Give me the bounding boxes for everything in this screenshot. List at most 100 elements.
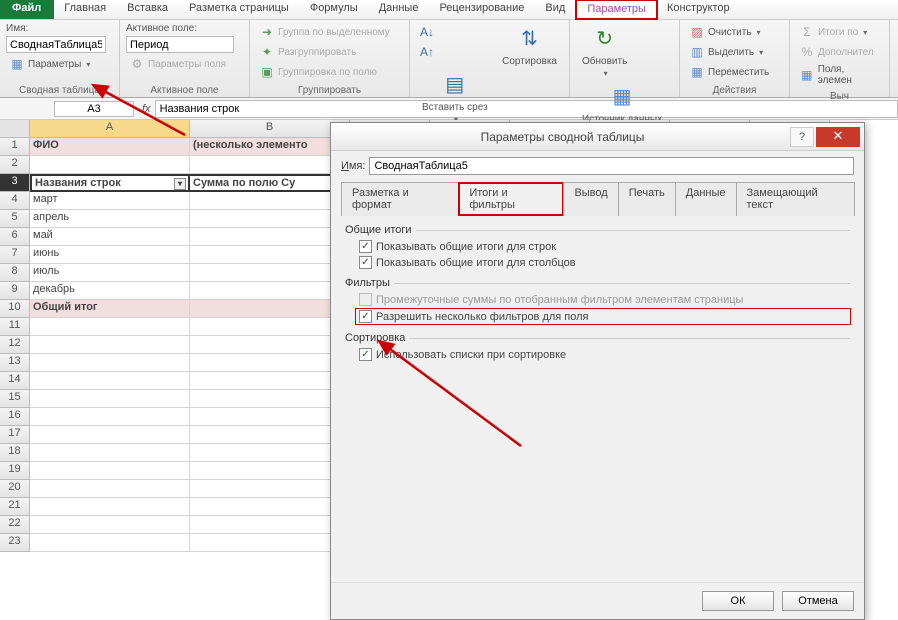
tab-review[interactable]: Рецензирование (429, 0, 535, 19)
cell-a4[interactable]: март (30, 192, 190, 210)
pt-options-button[interactable]: ▦ Параметры (6, 55, 113, 73)
dtab-output[interactable]: Вывод (563, 182, 618, 216)
cell-b1[interactable]: (несколько элементо (190, 138, 350, 156)
tab-formulas[interactable]: Формулы (300, 0, 369, 19)
refresh-icon: ↻ (590, 25, 620, 53)
cell-b10[interactable]: 64 (190, 300, 350, 318)
pt-name-input[interactable] (6, 36, 106, 53)
row-header-12[interactable]: 12 (0, 336, 30, 354)
move-button[interactable]: ▦Переместить (686, 63, 783, 81)
row-header-14[interactable]: 14 (0, 372, 30, 390)
field-settings-button[interactable]: ⚙ Параметры поля (126, 55, 243, 73)
row-header-22[interactable]: 22 (0, 516, 30, 534)
slicer-icon: ▤ (440, 71, 470, 99)
ok-button[interactable]: ОК (702, 591, 774, 611)
sort-asc-button[interactable]: A↓ (416, 23, 438, 41)
tab-file[interactable]: Файл (0, 0, 54, 19)
name-box[interactable] (54, 101, 134, 117)
row-header-21[interactable]: 21 (0, 498, 30, 516)
cell-a1[interactable]: ФИО (30, 138, 190, 156)
select-button[interactable]: ▥Выделить (686, 43, 783, 61)
row-header-16[interactable]: 16 (0, 408, 30, 426)
cell-a9[interactable]: декабрь (30, 282, 190, 300)
dialog-close-button[interactable]: ✕ (816, 127, 860, 147)
row-header-9[interactable]: 9 (0, 282, 30, 300)
group-by-selection-button[interactable]: ➜Группа по выделенному (256, 23, 403, 41)
dtab-data[interactable]: Данные (675, 182, 737, 216)
dropdown-icon[interactable]: ▾ (174, 178, 186, 190)
row-header-4[interactable]: 4 (0, 192, 30, 210)
sort-desc-button[interactable]: A↑ (416, 43, 438, 61)
group-calc: ΣИтоги по %Дополнител ▦Поля, элемен Выч (790, 20, 890, 97)
tab-home[interactable]: Главная (54, 0, 117, 19)
row-header-5[interactable]: 5 (0, 210, 30, 228)
chk-show-row-totals[interactable]: ✓Показывать общие итоги для строк (359, 240, 850, 253)
dialog-help-button[interactable]: ? (790, 127, 814, 147)
insert-slicer-button[interactable]: ▤Вставить срез (416, 69, 494, 127)
ungroup-button[interactable]: ✦Разгруппировать (256, 43, 403, 61)
group-field-icon: ▣ (259, 64, 275, 80)
group-active-field: Активное поле: ⚙ Параметры поля Активное… (120, 20, 250, 97)
col-header-a[interactable]: A (30, 120, 190, 138)
fx-icon[interactable]: fx (138, 103, 155, 115)
tab-pivot-options[interactable]: Параметры (576, 0, 657, 19)
chk-allow-multiple-filters[interactable]: ✓Разрешить несколько фильтров для поля (356, 309, 850, 324)
row-header-15[interactable]: 15 (0, 390, 30, 408)
cell-a3[interactable]: Названия строк▾ (30, 174, 190, 192)
tab-view[interactable]: Вид (535, 0, 576, 19)
dialog-name-label: Имя: (341, 160, 365, 172)
dtab-layout[interactable]: Разметка и формат (341, 182, 459, 216)
cell-a10[interactable]: Общий итог (30, 300, 190, 318)
cell-a7[interactable]: июнь (30, 246, 190, 264)
row-header-8[interactable]: 8 (0, 264, 30, 282)
sort-icon: ⇅ (515, 25, 545, 53)
tab-pivot-design[interactable]: Конструктор (657, 0, 741, 19)
row-header-3[interactable]: 3 (0, 174, 30, 192)
tab-insert[interactable]: Вставка (117, 0, 179, 19)
row-header-13[interactable]: 13 (0, 354, 30, 372)
row-header-2[interactable]: 2 (0, 156, 30, 174)
sort-desc-icon: A↑ (419, 44, 435, 60)
cell-a6[interactable]: май (30, 228, 190, 246)
chk-show-col-totals[interactable]: ✓Показывать общие итоги для столбцов (359, 256, 850, 269)
cell-a5[interactable]: апрель (30, 210, 190, 228)
row-header-10[interactable]: 10 (0, 300, 30, 318)
formula-input[interactable] (155, 100, 898, 118)
sort-button[interactable]: ⇅Сортировка (496, 23, 563, 69)
active-field-input[interactable] (126, 36, 234, 53)
dialog-tabs: Разметка и формат Итоги и фильтры Вывод … (341, 181, 854, 216)
chk-use-custom-lists-sort[interactable]: ✓Использовать списки при сортировке (359, 348, 850, 361)
row-header-18[interactable]: 18 (0, 444, 30, 462)
cancel-button[interactable]: Отмена (782, 591, 854, 611)
tab-page-layout[interactable]: Разметка страницы (179, 0, 300, 19)
totals-by-button[interactable]: ΣИтоги по (796, 23, 883, 41)
row-header-17[interactable]: 17 (0, 426, 30, 444)
clear-button[interactable]: ▨Очистить (686, 23, 783, 41)
row-header-20[interactable]: 20 (0, 480, 30, 498)
group-group-title: Группировать (256, 83, 403, 96)
row-header-6[interactable]: 6 (0, 228, 30, 246)
refresh-button[interactable]: ↻Обновить (576, 23, 633, 81)
cell-b3[interactable]: Сумма по полю Су (190, 174, 350, 192)
row-header-7[interactable]: 7 (0, 246, 30, 264)
cell-b5[interactable]: 1 (190, 210, 350, 228)
checkbox-icon: ✓ (359, 256, 372, 269)
group-active-title: Активное поле (126, 83, 243, 96)
select-all-corner[interactable] (0, 120, 30, 138)
calc-more-button[interactable]: %Дополнител (796, 43, 883, 61)
sigma-icon: Σ (799, 24, 815, 40)
active-field-label: Активное поле: (126, 23, 197, 34)
dialog-name-input[interactable] (369, 157, 854, 175)
dtab-totals-filters[interactable]: Итоги и фильтры (458, 182, 564, 216)
cell-a8[interactable]: июль (30, 264, 190, 282)
calc-fields-button[interactable]: ▦Поля, элемен (796, 63, 883, 87)
row-header-1[interactable]: 1 (0, 138, 30, 156)
dtab-alttext[interactable]: Замещающий текст (736, 182, 856, 216)
dtab-print[interactable]: Печать (618, 182, 676, 216)
row-header-11[interactable]: 11 (0, 318, 30, 336)
row-header-19[interactable]: 19 (0, 462, 30, 480)
group-by-field-button[interactable]: ▣Группировка по полю (256, 63, 403, 81)
tab-data[interactable]: Данные (369, 0, 430, 19)
col-header-b[interactable]: B (190, 120, 350, 138)
row-header-23[interactable]: 23 (0, 534, 30, 552)
